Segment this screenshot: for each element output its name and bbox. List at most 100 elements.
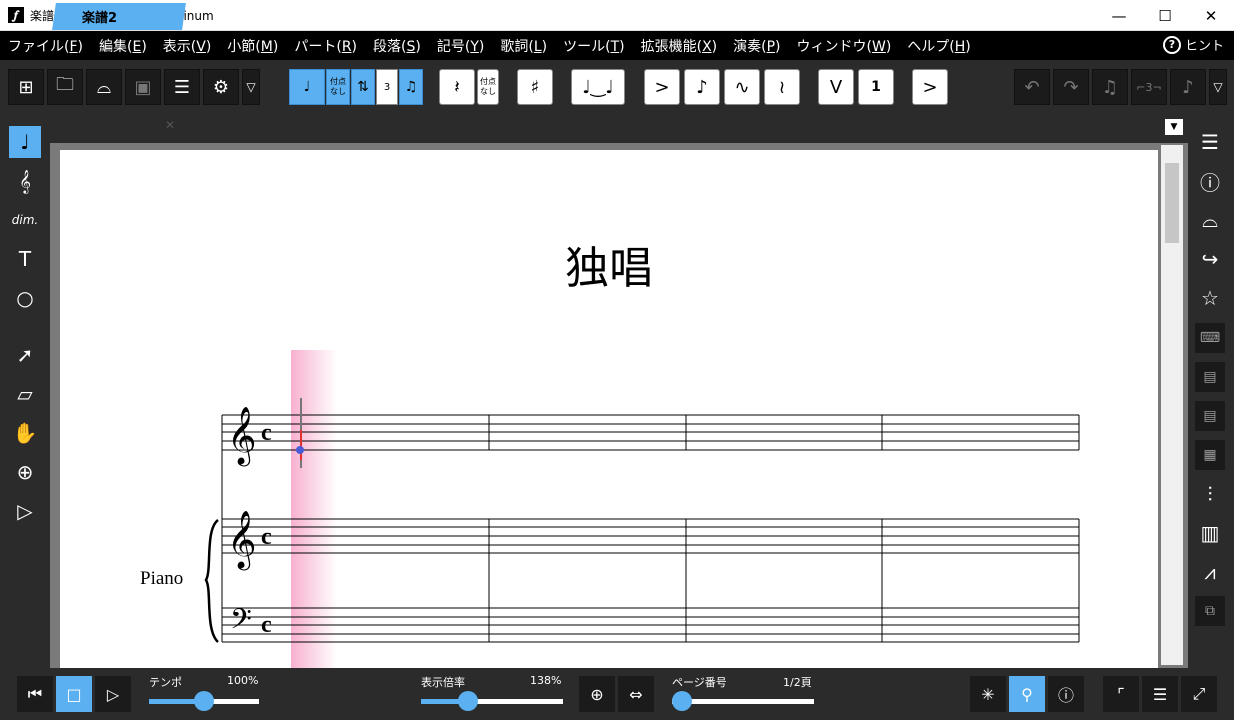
maximize-button[interactable]: ☐: [1142, 0, 1188, 31]
tie-button[interactable]: ♩‿♩: [571, 69, 625, 105]
arpeggio-button[interactable]: ≀: [764, 69, 800, 105]
stop-button[interactable]: □: [56, 676, 92, 712]
gear-icon: ⚙: [212, 76, 230, 98]
clef-tool[interactable]: 𝄞: [9, 165, 41, 197]
toolbar-overflow-button[interactable]: ▽: [242, 69, 260, 105]
dotted-none-button[interactable]: 付点 なし: [326, 69, 350, 105]
tuplet-tool-button[interactable]: ⌐3¬: [1131, 69, 1167, 105]
menu-tools[interactable]: ツール(T): [555, 36, 633, 56]
accidental-button[interactable]: ♯: [517, 69, 553, 105]
info-panel-button[interactable]: ⓘ: [1195, 166, 1225, 196]
puzzle-panel-button[interactable]: ⧉: [1195, 596, 1225, 626]
blocks-panel-button[interactable]: ▦: [1195, 440, 1225, 470]
keyboard-panel-button[interactable]: ⌨: [1195, 323, 1225, 353]
eraser-tool[interactable]: ▱: [9, 378, 41, 410]
redo-button[interactable]: ↷: [1053, 69, 1089, 105]
hint-button[interactable]: ? ヒント: [1162, 35, 1224, 54]
bowing-button[interactable]: V: [818, 69, 854, 105]
mixer-panel-button[interactable]: ⫶: [1195, 479, 1225, 509]
ruler-view-button[interactable]: ⌜: [1103, 676, 1139, 712]
highlight-button[interactable]: ✳: [970, 676, 1006, 712]
note-input-tool[interactable]: ♩: [9, 126, 41, 158]
select-tool[interactable]: ➚: [9, 339, 41, 371]
tempo-slider-knob[interactable]: [194, 691, 214, 711]
menu-play[interactable]: 演奏(P): [725, 36, 788, 56]
page-view-button[interactable]: ☰: [1142, 676, 1178, 712]
open-file-button[interactable]: 🗀: [47, 69, 83, 105]
menu-symbol[interactable]: 記号(Y): [429, 36, 493, 56]
tab-panel-button[interactable]: ▤: [1195, 362, 1225, 392]
menu-bar: ファイル(F) 編集(E) 表示(V) 小節(M) パート(R) 段落(S) 記…: [0, 31, 1234, 60]
rest-dotted-button[interactable]: 付点 なし: [477, 69, 499, 105]
lyrics-tool[interactable]: T: [9, 243, 41, 275]
beam-button[interactable]: ♫: [399, 69, 423, 105]
graph-panel-button[interactable]: ⩘: [1195, 557, 1225, 587]
score-settings-button[interactable]: ☰: [164, 69, 200, 105]
zoom-tool[interactable]: ⊕: [9, 456, 41, 488]
number-score-icon: ▤: [1203, 408, 1217, 424]
accent-button[interactable]: >: [644, 69, 680, 105]
piano-panel-button[interactable]: ▥: [1195, 518, 1225, 548]
glasses-panel-button[interactable]: ⌓: [1195, 205, 1225, 235]
fit-width-button[interactable]: ⇔: [618, 676, 654, 712]
rest-button[interactable]: 𝄽: [439, 69, 475, 105]
hairpin-button[interactable]: >: [912, 69, 948, 105]
menu-edit[interactable]: 編集(E): [91, 36, 155, 56]
menu-window[interactable]: ウィンドウ(W): [789, 36, 900, 56]
rewind-button[interactable]: ⏮: [17, 676, 53, 712]
page-slider-knob[interactable]: [672, 691, 692, 711]
share-panel-button[interactable]: ↪: [1195, 244, 1225, 274]
quarter-note-button[interactable]: ♩: [289, 69, 325, 105]
hand-tool[interactable]: ✋: [9, 417, 41, 449]
favorites-panel-button[interactable]: ☆: [1195, 283, 1225, 313]
menu-extensions[interactable]: 拡張機能(X): [633, 36, 726, 56]
grace-tool-button[interactable]: ♪: [1170, 69, 1206, 105]
menu-system[interactable]: 段落(S): [365, 36, 429, 56]
number-score-panel-button[interactable]: ▤: [1195, 401, 1225, 431]
new-file-button[interactable]: ⊞: [8, 69, 44, 105]
document-tab-bar: [50, 113, 1188, 143]
scanner-button[interactable]: ⌓: [86, 69, 122, 105]
list-panel-button[interactable]: ☰: [1195, 127, 1225, 157]
stem-direction-button[interactable]: ⇅: [351, 69, 375, 105]
fit-width-icon: ⇔: [629, 684, 643, 704]
save-icon: ▣: [134, 76, 152, 98]
menu-view[interactable]: 表示(V): [155, 36, 220, 56]
undo-button[interactable]: ↶: [1014, 69, 1050, 105]
dynamics-tool[interactable]: dim.: [9, 204, 41, 236]
graph-icon: ⩘: [1204, 560, 1216, 584]
grace-note-button[interactable]: ♪: [684, 69, 720, 105]
zoom-slider-knob[interactable]: [458, 691, 478, 711]
tuplet-icon: ⌐3¬: [1136, 80, 1162, 94]
score-page[interactable]: 独唱 Piano 𝄞 𝄞 𝄢 c c c: [60, 150, 1158, 668]
tab-close-icon[interactable]: ✕: [165, 118, 175, 132]
toolbar-overflow-right-button[interactable]: ▽: [1209, 69, 1227, 105]
fullscreen-button[interactable]: ⤢: [1181, 676, 1217, 712]
warning-button[interactable]: ⓘ: [1048, 676, 1084, 712]
shapes-tool[interactable]: ○: [9, 282, 41, 314]
menu-part[interactable]: パート(R): [286, 36, 365, 56]
search-clear-button[interactable]: ⚲: [1009, 676, 1045, 712]
preferences-button[interactable]: ⚙: [203, 69, 239, 105]
page-slider-track[interactable]: [672, 699, 814, 704]
tab-score[interactable]: 楽譜2: [52, 3, 186, 30]
menu-measure[interactable]: 小節(M): [219, 36, 286, 56]
menu-file[interactable]: ファイル(F): [0, 36, 91, 56]
app-icon: 𝆑: [8, 7, 24, 23]
note-tool-button[interactable]: ♫: [1092, 69, 1128, 105]
menu-help[interactable]: ヘルプ(H): [899, 36, 978, 56]
play-tool[interactable]: ▷: [9, 495, 41, 527]
minimize-button[interactable]: —: [1096, 0, 1142, 31]
scrollbar-thumb[interactable]: [1165, 163, 1179, 243]
triplet-button[interactable]: 3: [376, 69, 398, 105]
fit-page-button[interactable]: ⊕: [579, 676, 615, 712]
play-button[interactable]: ▷: [95, 676, 131, 712]
zoom-icon: ⊕: [16, 460, 34, 484]
expand-icon: ⤢: [1192, 684, 1206, 703]
tab-dropdown-button[interactable]: ▼: [1165, 119, 1183, 135]
fingering-button[interactable]: 1: [858, 69, 894, 105]
save-button[interactable]: ▣: [125, 69, 161, 105]
menu-lyrics[interactable]: 歌詞(L): [492, 36, 555, 56]
close-button[interactable]: ✕: [1188, 0, 1234, 31]
trill-button[interactable]: ∿: [724, 69, 760, 105]
